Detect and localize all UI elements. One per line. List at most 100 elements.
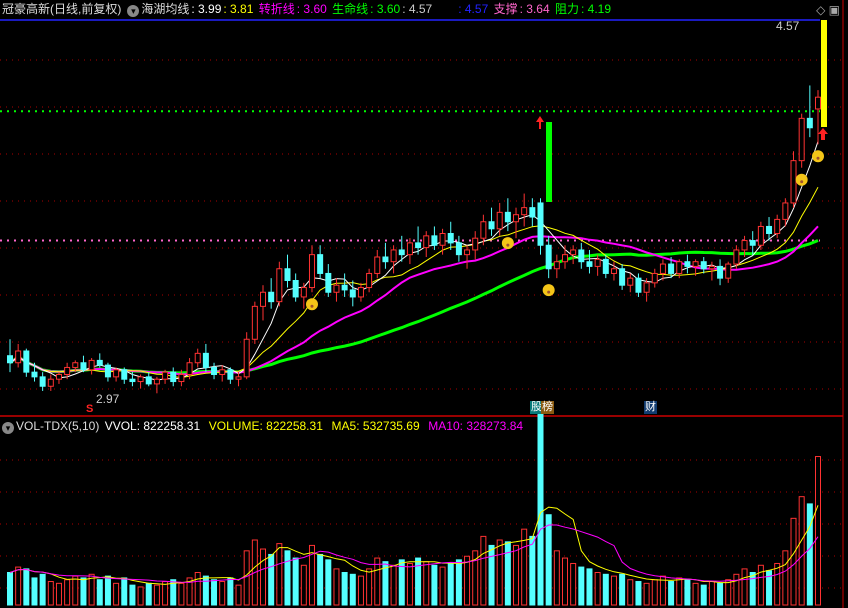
candle-body [211, 366, 218, 376]
support-value: : 3.64 [519, 2, 550, 16]
candle-body [284, 268, 291, 281]
signal-bar-yellow [821, 20, 827, 127]
volume-bar [782, 550, 789, 606]
smiley-mouth [816, 156, 820, 160]
volume-value: VOLUME: 822258.31 [208, 419, 323, 433]
volume-bar [276, 543, 283, 606]
volume-bar [635, 581, 642, 606]
candle-body [80, 362, 87, 371]
candle-body [162, 371, 169, 380]
candle-body [602, 258, 609, 274]
candle-body [47, 378, 54, 387]
volume-bar [39, 573, 46, 606]
volume-bar [700, 584, 707, 606]
volume-bar [602, 573, 609, 606]
volume-bar [96, 579, 103, 606]
candle-body [7, 355, 13, 364]
volume-bar [333, 568, 340, 606]
dropdown-icon[interactable]: ▾ [127, 5, 140, 17]
candle-body [741, 240, 748, 251]
candle-body [651, 272, 658, 284]
volume-bar [545, 514, 552, 606]
candle-body [749, 240, 756, 246]
volume-bar [431, 564, 438, 606]
volume-bar [162, 581, 169, 606]
life-value: : 3.60 [370, 2, 401, 16]
candle-body [635, 277, 642, 293]
support-label: 支撑 [493, 2, 518, 16]
candle-body [341, 284, 348, 291]
ranking-tag[interactable]: 榜 [541, 401, 554, 414]
ma5-line [9, 141, 819, 381]
candle-body [219, 369, 226, 375]
volume-bar [619, 573, 626, 606]
candle-body [668, 263, 675, 274]
volume-bar [366, 568, 373, 606]
volume-bar [464, 555, 471, 606]
candle-body [349, 289, 356, 298]
indicator-name: VOL-TDX(5,10) [16, 419, 100, 433]
volume-bar [668, 581, 675, 606]
candle-body [455, 242, 462, 256]
volume-bar [211, 579, 218, 606]
ma-name: 海湖均线 [141, 2, 190, 16]
kline-chart[interactable] [0, 0, 848, 608]
volume-bar [643, 582, 650, 606]
volume-bar [80, 577, 87, 606]
diamond-icon[interactable]: ◇ [816, 3, 825, 17]
candle-body [700, 261, 707, 270]
candle-body [382, 256, 389, 263]
candle-body [439, 233, 446, 246]
dropdown-icon[interactable]: ▾ [2, 422, 14, 434]
candle-body [692, 261, 699, 267]
candle-body [570, 249, 577, 256]
ma10-line [9, 186, 819, 379]
volume-bar [23, 568, 30, 606]
volume-header: ▾ VOL-TDX(5,10) VVOL: 822258.31 VOLUME: 8… [2, 418, 525, 434]
volume-bar [529, 535, 536, 606]
candle-body [619, 268, 626, 286]
volume-bar [651, 579, 658, 606]
candle-body [129, 378, 136, 383]
candle-body [113, 369, 120, 378]
volume-bar [488, 544, 495, 606]
candle-body [72, 362, 79, 368]
volume-bar [741, 568, 748, 606]
candle-body [186, 362, 193, 375]
candle-body [496, 211, 503, 230]
resistance-value: : 4.19 [581, 2, 612, 16]
candle-body [757, 225, 764, 246]
candle-body [782, 202, 789, 220]
candle-body [104, 364, 111, 378]
candle-body [202, 352, 209, 368]
smiley-mouth [800, 180, 804, 184]
volume-bar [194, 572, 201, 606]
volume-bar [708, 581, 715, 606]
smiley-mouth [547, 290, 551, 294]
sell-signal-icon: S [86, 403, 94, 415]
volume-bar [72, 575, 79, 606]
volume-bar [513, 544, 520, 606]
panel-toggle-icon[interactable]: ▣ [829, 3, 840, 17]
volume-bar [798, 496, 805, 606]
candle-body [659, 263, 666, 274]
candle-body [806, 117, 813, 129]
candle-body [268, 291, 275, 303]
volume-bar [317, 553, 324, 606]
volume-bar [806, 503, 813, 606]
volume-bar [219, 581, 226, 606]
turn-label: 转折线 [258, 2, 295, 16]
candle-body [717, 265, 724, 279]
candle-body [366, 272, 373, 289]
volume-bar [292, 557, 299, 606]
candle-body [553, 261, 560, 270]
candle-body [708, 265, 715, 270]
candle-body [464, 249, 471, 256]
candle-body [725, 263, 732, 279]
volume-bar [31, 577, 38, 606]
vvol-value: VVOL: 822258.31 [104, 419, 201, 433]
finance-tag[interactable]: 财 [644, 401, 657, 414]
candle-body [521, 207, 528, 216]
volume-bar [774, 562, 781, 606]
candle-body [276, 268, 283, 303]
